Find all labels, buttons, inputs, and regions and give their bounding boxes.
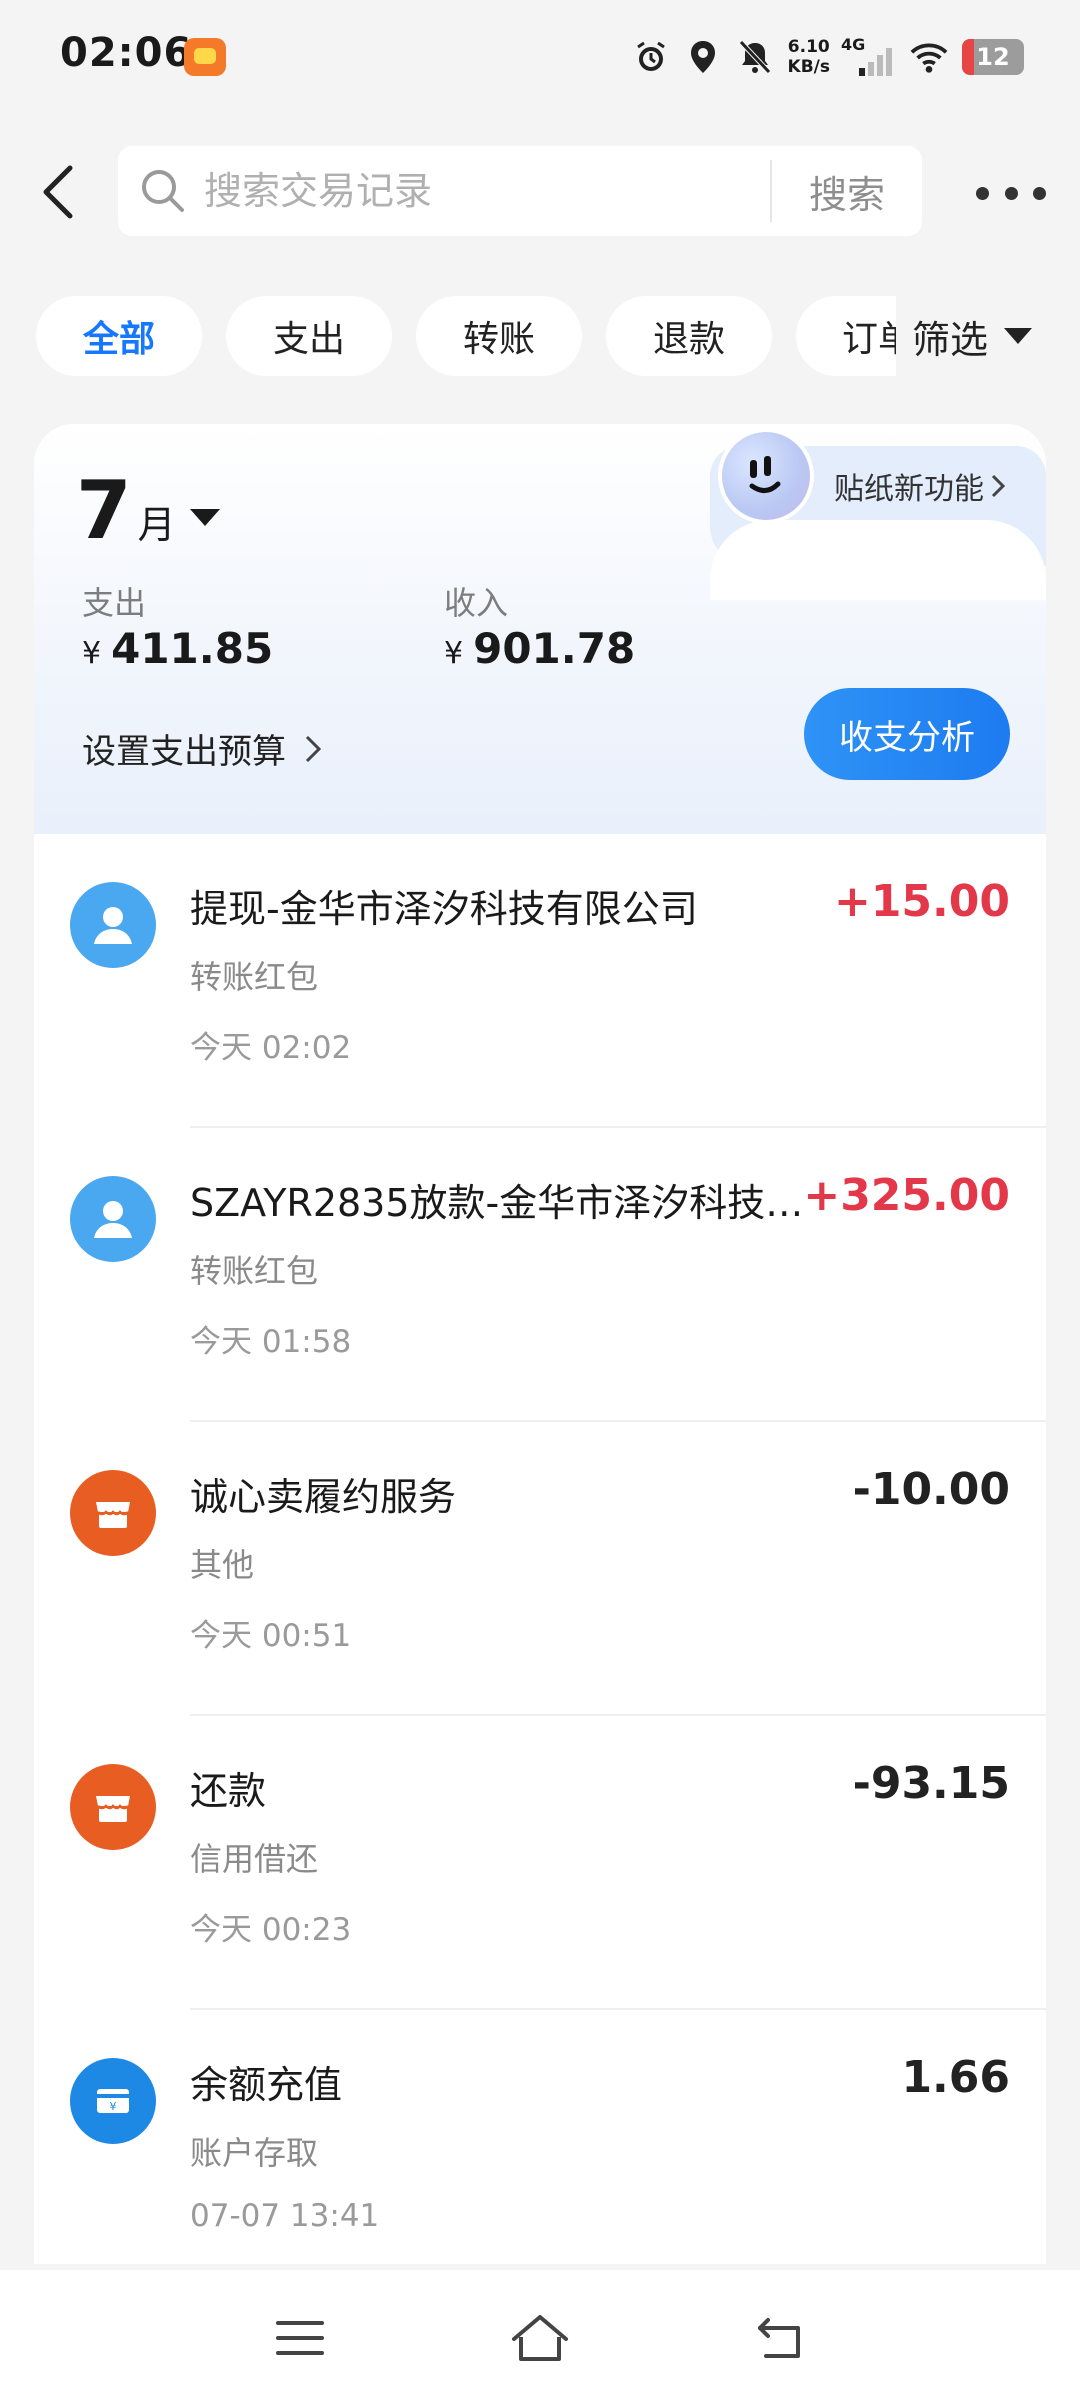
- status-icons: 6.10 KB/s 4G 12: [632, 32, 1024, 82]
- sticker-promo-curve: [710, 520, 1046, 600]
- tab-all[interactable]: 全部: [36, 296, 202, 376]
- home-icon: [512, 2315, 568, 2361]
- transaction-amount: +325.00: [803, 1170, 1010, 1221]
- tab-transfer[interactable]: 转账: [416, 296, 582, 376]
- transaction-category: 账户存取: [190, 2134, 319, 2172]
- tab-refund[interactable]: 退款: [606, 296, 772, 376]
- search-box: 搜索: [118, 146, 922, 236]
- income-total: ¥ 901.78: [444, 624, 635, 673]
- income-currency: ¥: [444, 636, 464, 671]
- more-dot-icon: [1004, 186, 1018, 200]
- transaction-list: 提现-金华市泽汐科技有限公司 转账红包 今天 02:02 +15.00 SZAY…: [34, 834, 1046, 2264]
- set-budget-label: 设置支出预算: [82, 732, 286, 772]
- transactions-card: 贴纸新功能 7 月 支出 ¥ 411.85 收入 ¥ 901.78 设置支出预算…: [34, 424, 1046, 2264]
- transaction-row[interactable]: SZAYR2835放款-金华市泽汐科技有限公司 转账红包 今天 01:58 +3…: [34, 1128, 1046, 1422]
- network-speed: 6.10 KB/s: [787, 37, 830, 77]
- svg-text:¥: ¥: [110, 2100, 117, 2113]
- income-expense-analysis-button[interactable]: 收支分析: [804, 688, 1010, 780]
- chevron-right-icon: [991, 474, 1006, 498]
- expense-total: ¥ 411.85: [82, 624, 273, 673]
- transaction-title: 余额充值: [190, 2063, 343, 2107]
- expense-label: 支出: [82, 584, 147, 622]
- transaction-title: 提现-金华市泽汐科技有限公司: [190, 887, 698, 931]
- transaction-category: 其他: [190, 1546, 255, 1584]
- menu-icon: [276, 2321, 324, 2355]
- search-input[interactable]: [204, 160, 764, 222]
- transaction-time: 今天 02:02: [190, 1030, 352, 1066]
- transaction-category: 信用借还: [190, 1840, 319, 1878]
- transaction-time: 今天 00:23: [190, 1912, 352, 1948]
- transaction-row[interactable]: 还款 信用借还 今天 00:23 -93.15: [34, 1716, 1046, 2010]
- app-notification-icon: [184, 38, 226, 76]
- set-budget-link[interactable]: 设置支出预算: [82, 724, 322, 773]
- caret-down-icon: [189, 509, 220, 526]
- income-label: 收入: [444, 584, 509, 622]
- transaction-amount: 1.66: [901, 2052, 1010, 2103]
- back-nav-button[interactable]: [740, 2298, 820, 2378]
- month-selector[interactable]: 7 月: [76, 466, 220, 556]
- filter-tabs: 全部 支出 转账 退款 订单 筛选: [0, 296, 1080, 380]
- person-icon: [70, 882, 156, 968]
- caret-down-icon: [1004, 328, 1033, 344]
- transaction-row[interactable]: 提现-金华市泽汐科技有限公司 转账红包 今天 02:02 +15.00: [34, 834, 1046, 1128]
- person-icon: [70, 1176, 156, 1262]
- filter-button[interactable]: 筛选: [896, 296, 1080, 376]
- cellular-signal-icon: 4G: [841, 35, 896, 76]
- alarm-icon: [632, 38, 670, 76]
- transaction-category: 转账红包: [190, 1252, 319, 1290]
- expense-value: 411.85: [111, 624, 274, 673]
- income-value: 901.78: [473, 624, 636, 673]
- chevron-right-icon: [305, 735, 322, 762]
- sticker-promo-link[interactable]: 贴纸新功能: [834, 464, 1006, 508]
- status-bar: 02:06 6.10 KB/s 4G 12: [0, 0, 1080, 112]
- tab-expense[interactable]: 支出: [226, 296, 392, 376]
- expense-currency: ¥: [82, 636, 102, 671]
- chevron-left-icon: [43, 165, 73, 219]
- store-icon: [70, 1470, 156, 1556]
- location-icon: [684, 38, 722, 76]
- more-dot-icon: [1033, 186, 1046, 200]
- transaction-title: SZAYR2835放款-金华市泽汐科技有限公司: [190, 1181, 830, 1225]
- transaction-title: 诚心卖履约服务: [190, 1475, 457, 1519]
- tab-order[interactable]: 订单: [796, 296, 896, 376]
- more-options-button[interactable]: [976, 168, 1046, 218]
- transaction-time: 07-07 13:41: [190, 2198, 380, 2234]
- store-icon: [70, 1764, 156, 1850]
- back-button[interactable]: [36, 160, 80, 224]
- transaction-title: 还款: [190, 1769, 267, 1813]
- search-button[interactable]: 搜索: [772, 146, 922, 236]
- month-unit: 月: [137, 503, 176, 547]
- more-dot-icon: [976, 186, 989, 200]
- transaction-amount: -10.00: [852, 1464, 1010, 1515]
- transaction-row[interactable]: 诚心卖履约服务 其他 今天 00:51 -10.00: [34, 1422, 1046, 1716]
- transaction-category: 转账红包: [190, 958, 319, 996]
- transaction-amount: +15.00: [833, 876, 1010, 927]
- yuan-card-icon: ¥: [70, 2058, 156, 2144]
- sticker-face-icon: [718, 428, 814, 524]
- transaction-time: 今天 00:51: [190, 1618, 352, 1654]
- transaction-amount: -93.15: [852, 1758, 1010, 1809]
- home-button[interactable]: [500, 2298, 580, 2378]
- filter-label: 筛选: [912, 317, 989, 362]
- menu-button[interactable]: [260, 2298, 340, 2378]
- search-icon: [140, 168, 186, 214]
- sticker-promo-label: 贴纸新功能: [834, 472, 984, 507]
- month-number: 7: [76, 464, 132, 557]
- transaction-row[interactable]: ¥ 余额充值 账户存取 07-07 13:41 1.66: [34, 2010, 1046, 2264]
- battery-indicator: 12: [962, 39, 1024, 75]
- system-navigation-bar: [0, 2270, 1080, 2400]
- return-icon: [758, 2318, 800, 2358]
- wifi-icon: [910, 38, 948, 76]
- status-time: 02:06: [60, 30, 193, 76]
- mute-bell-icon: [736, 38, 774, 76]
- transaction-time: 今天 01:58: [190, 1324, 352, 1360]
